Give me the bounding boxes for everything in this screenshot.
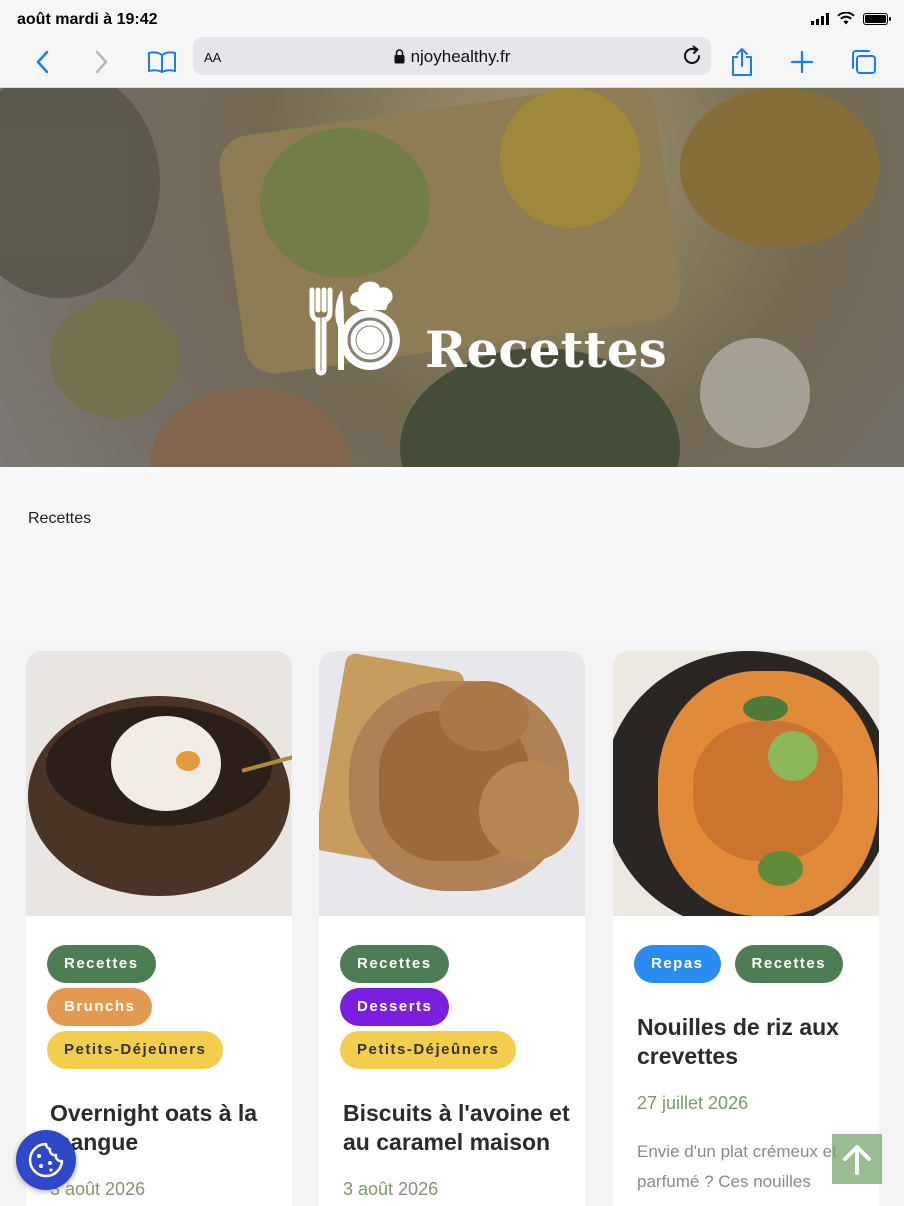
scroll-to-top-button[interactable] xyxy=(832,1134,882,1184)
recipe-card[interactable]: Recettes Desserts Petits-Déjeûners Biscu… xyxy=(319,651,585,1206)
breadcrumb-band xyxy=(0,467,904,639)
status-time: août mardi à 19:42 xyxy=(17,11,158,28)
reload-icon xyxy=(684,45,700,64)
tag-list: Recettes Brunchs Petits-Déjeûners xyxy=(47,945,282,1074)
reload-button[interactable] xyxy=(681,45,703,72)
cookie-icon xyxy=(28,1142,64,1178)
recipe-card[interactable]: Recettes Brunchs Petits-Déjeûners Overni… xyxy=(26,651,292,1206)
tag-recettes[interactable]: Recettes xyxy=(47,945,156,983)
url-display[interactable]: njoyhealthy.fr xyxy=(193,47,711,67)
battery-icon xyxy=(863,12,891,25)
tag-list: Repas Recettes xyxy=(634,945,869,988)
recipe-title[interactable]: Overnight oats à la mangue xyxy=(50,1099,282,1157)
recipe-title[interactable]: Biscuits à l'avoine et au caramel maison xyxy=(343,1099,575,1157)
tag-brunchs[interactable]: Brunchs xyxy=(47,988,153,1026)
url-text: njoyhealthy.fr xyxy=(410,47,511,66)
tabs-icon xyxy=(852,50,876,74)
cookie-settings-button[interactable] xyxy=(16,1130,76,1190)
plus-icon xyxy=(790,50,814,74)
status-icons xyxy=(811,12,891,25)
recipe-logo-icon xyxy=(309,281,400,376)
tabs-button[interactable] xyxy=(843,42,883,82)
tag-petits-dejeuners[interactable]: Petits-Déjeûners xyxy=(47,1031,224,1069)
tag-recettes[interactable]: Recettes xyxy=(734,945,844,983)
back-button[interactable] xyxy=(22,42,62,82)
new-tab-button[interactable] xyxy=(782,42,822,82)
recipe-excerpt: Envie d'un plat crémeux et parfumé ? Ces… xyxy=(637,1142,837,1191)
recipe-image[interactable] xyxy=(319,651,585,916)
recipe-title[interactable]: Nouilles de riz aux crevettes xyxy=(637,1013,869,1071)
wifi-icon xyxy=(837,12,855,25)
tag-desserts[interactable]: Desserts xyxy=(340,988,450,1026)
status-bar: août mardi à 19:42 xyxy=(0,0,904,40)
hero-title: Recettes xyxy=(425,320,667,379)
browser-toolbar: AA njoyhealthy.fr xyxy=(0,36,904,88)
tag-petits-dejeuners[interactable]: Petits-Déjeûners xyxy=(340,1031,517,1069)
cellular-signal-icon xyxy=(811,12,829,25)
tag-repas[interactable]: Repas xyxy=(634,945,721,983)
tag-list: Recettes Desserts Petits-Déjeûners xyxy=(340,945,575,1074)
share-button[interactable] xyxy=(722,42,762,82)
chevron-left-icon xyxy=(36,50,49,74)
recipe-date: 3 août 2026 xyxy=(343,1179,439,1199)
bookmarks-button[interactable] xyxy=(142,42,182,82)
arrow-up-icon xyxy=(843,1145,871,1175)
recipe-image[interactable] xyxy=(26,651,292,916)
breadcrumb[interactable]: Recettes xyxy=(28,510,91,528)
lock-icon xyxy=(394,49,405,64)
share-icon xyxy=(732,48,752,76)
recipe-date: 27 juillet 2026 xyxy=(637,1093,749,1113)
tag-recettes[interactable]: Recettes xyxy=(340,945,449,983)
recipe-image[interactable] xyxy=(613,651,879,916)
forward-button[interactable] xyxy=(82,42,122,82)
chevron-right-icon xyxy=(95,50,108,74)
book-icon xyxy=(148,51,176,73)
address-bar[interactable]: AA njoyhealthy.fr xyxy=(193,37,711,75)
recipe-card[interactable]: Repas Recettes Nouilles de riz aux crevet… xyxy=(613,651,879,1206)
hero-banner: Recettes xyxy=(0,88,904,467)
